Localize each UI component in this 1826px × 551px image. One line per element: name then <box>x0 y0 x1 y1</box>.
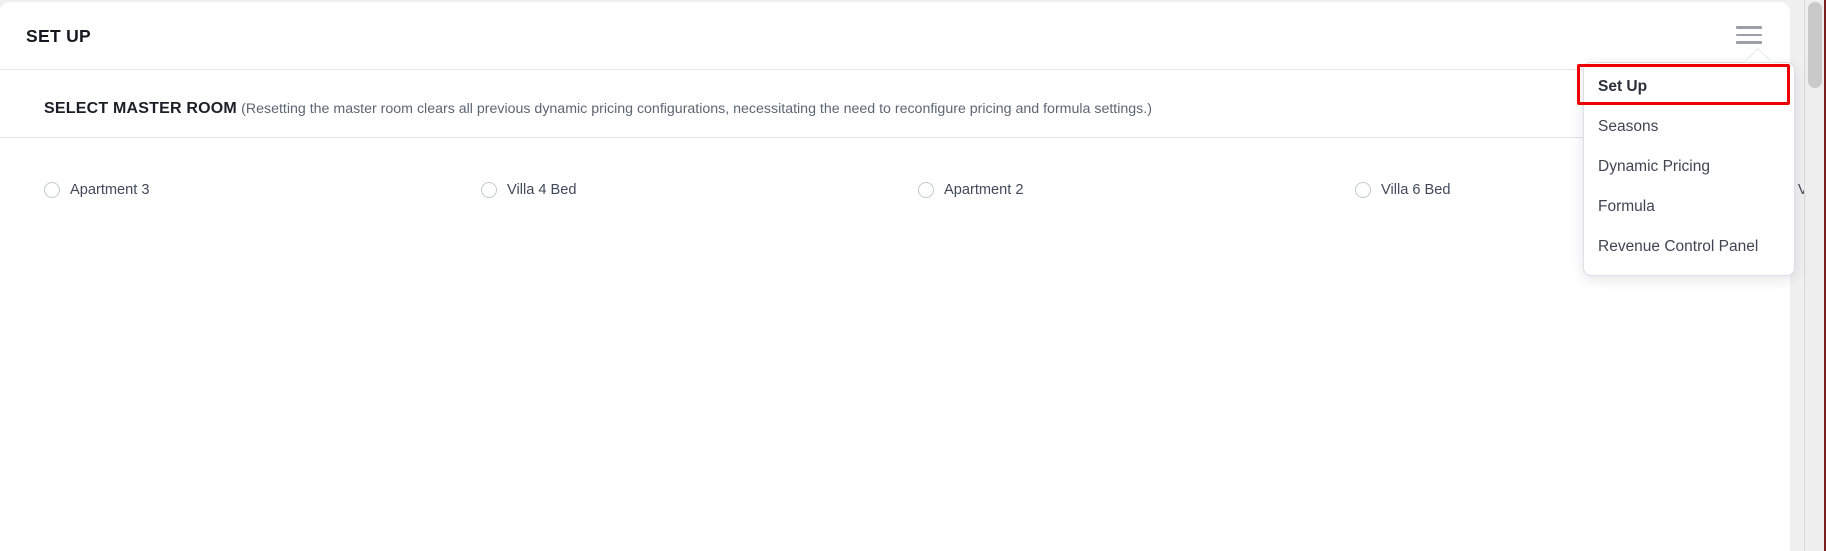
section-heading: SELECT MASTER ROOM (Resetting the master… <box>44 99 1152 119</box>
hamburger-bar-3 <box>1736 41 1762 44</box>
section-divider <box>0 137 1790 138</box>
master-room-radio-group[interactable]: Apartment 3 Villa 4 Bed Apartment 2 Villa 6… <box>44 174 1826 205</box>
radio-unselected-icon[interactable] <box>918 181 934 198</box>
hamburger-bar-1 <box>1736 26 1762 29</box>
vertical-scrollbar[interactable] <box>1804 0 1826 551</box>
hamburger-bar-2 <box>1736 33 1762 37</box>
navigation-menu[interactable]: Set Up Seasons Dynamic Pricing Formula Reven… <box>1583 62 1795 276</box>
card-header: SET UP <box>0 2 1790 70</box>
section-heading-note: (Resetting the master room clears all pr… <box>241 101 1152 117</box>
menu-item[interactable]: Revenue Control Panel <box>1584 227 1794 267</box>
scrollbar-thumb[interactable] <box>1808 2 1822 88</box>
page-title: SET UP <box>26 26 92 46</box>
radio-option[interactable]: Apartment 3 <box>44 174 481 205</box>
radio-option-label: Apartment 3 <box>70 181 150 198</box>
menu-item[interactable]: Dynamic Pricing <box>1584 147 1794 187</box>
menu-item[interactable]: Set Up <box>1584 67 1794 107</box>
radio-unselected-icon[interactable] <box>44 181 60 198</box>
radio-option-label: Apartment 2 <box>944 181 1024 198</box>
radio-option[interactable]: Villa 4 Bed <box>481 174 918 205</box>
section-heading-label: SELECT MASTER ROOM <box>44 100 237 117</box>
radio-option-label: Villa 6 Bed <box>1381 181 1451 198</box>
radio-option-label: Villa 4 Bed <box>507 181 577 198</box>
menu-caret-icon <box>1745 49 1771 62</box>
menu-item[interactable]: Formula <box>1584 187 1794 227</box>
radio-unselected-icon[interactable] <box>481 181 497 198</box>
menu-item[interactable]: Seasons <box>1584 107 1794 147</box>
radio-unselected-icon[interactable] <box>1355 181 1371 198</box>
header-divider <box>0 69 1790 70</box>
app-root: SET UP SELECT MASTER ROOM (Resetting the… <box>0 0 1826 551</box>
radio-option[interactable]: Apartment 2 <box>918 174 1355 205</box>
hamburger-icon[interactable] <box>1732 20 1766 50</box>
setup-card: SET UP SELECT MASTER ROOM (Resetting the… <box>0 2 1826 551</box>
